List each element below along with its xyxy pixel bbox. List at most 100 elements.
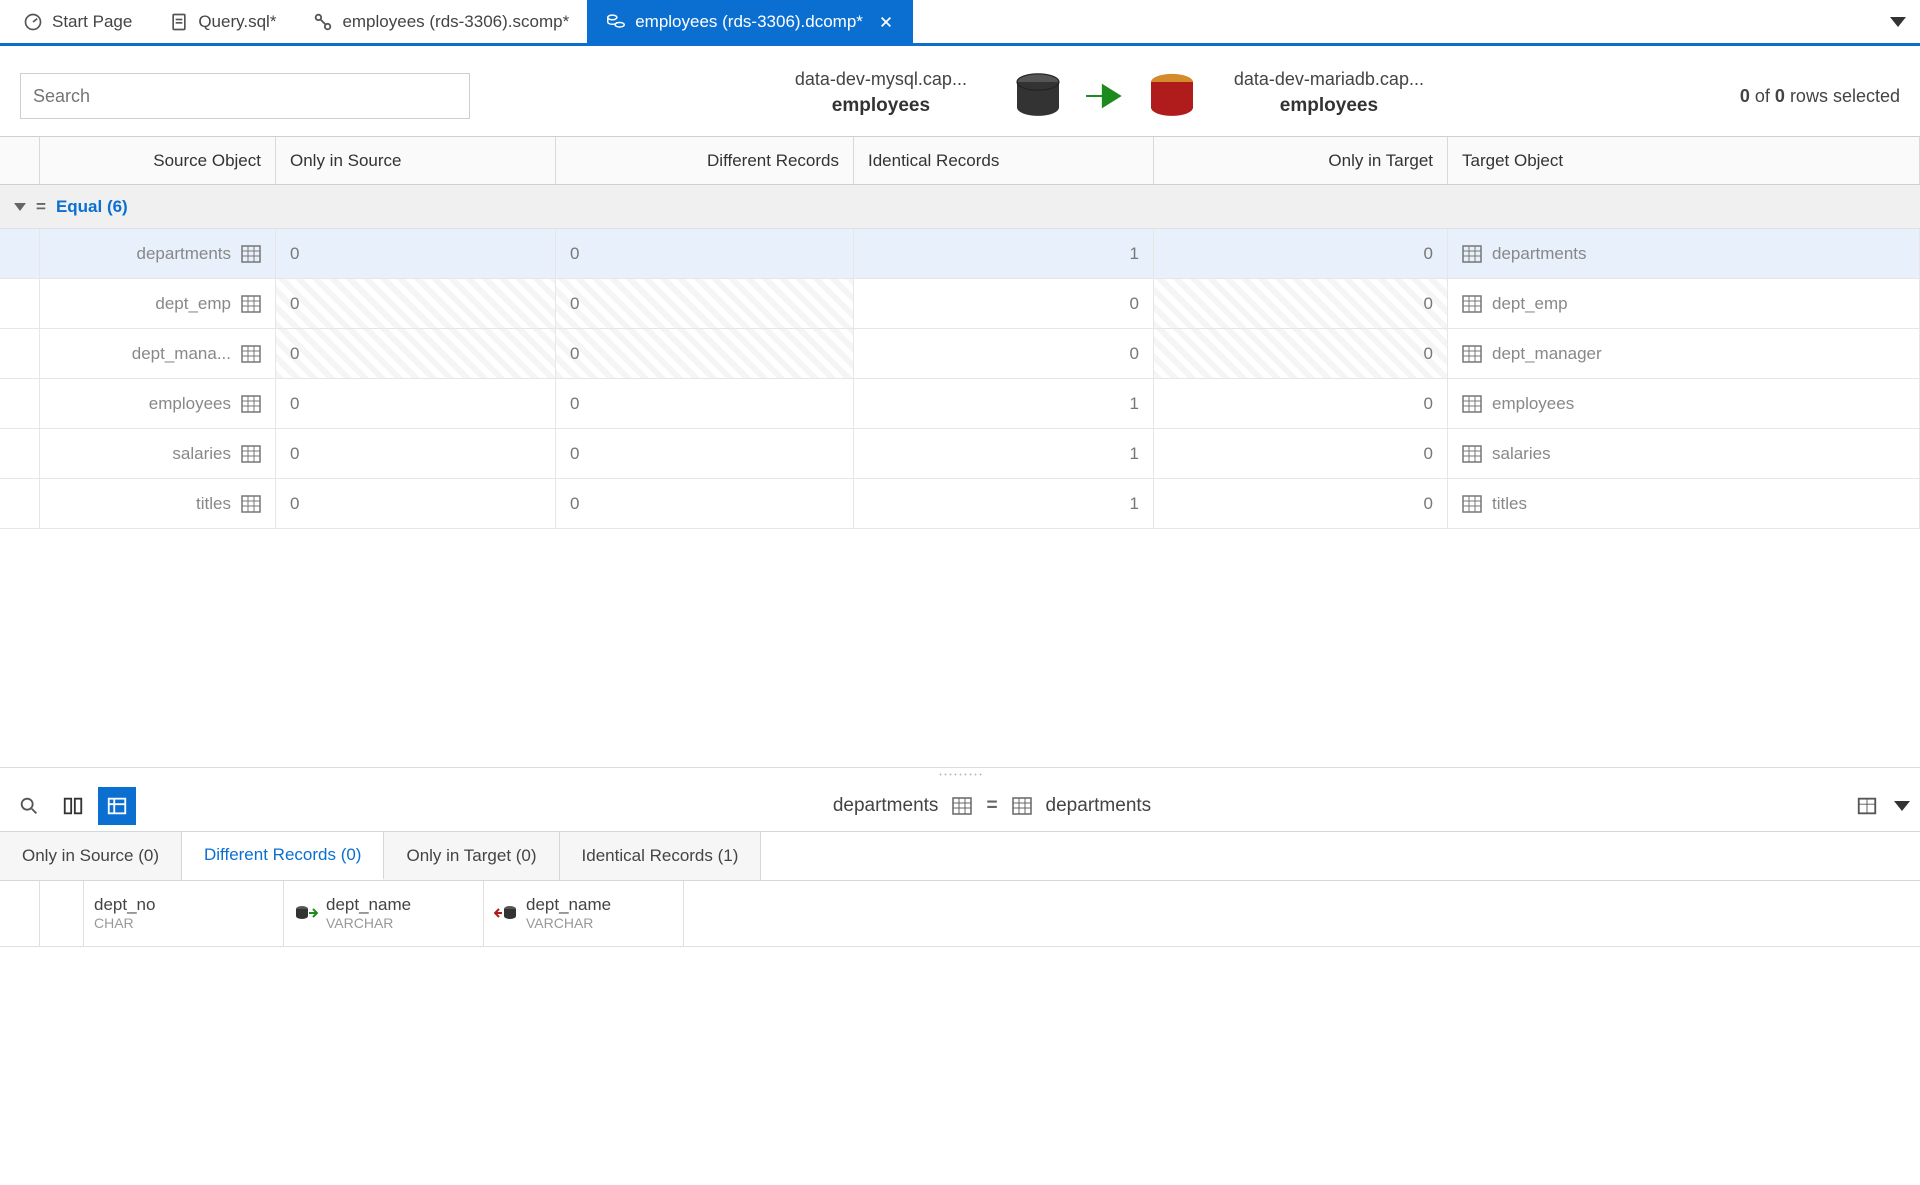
column-header[interactable]: dept_nameVARCHAR [284,881,484,946]
source-object-name: departments [137,244,232,264]
table-icon [241,395,261,413]
different-count: 0 [556,279,854,328]
col-header-only-in-target[interactable]: Only in Target [1154,137,1448,184]
source-object-name: dept_emp [155,294,231,314]
horizontal-splitter[interactable] [0,767,1920,781]
search-icon[interactable] [10,787,48,825]
gauge-icon [22,11,44,33]
only-in-source-count: 0 [276,279,556,328]
target-database: data-dev-mariadb.cap... employees [1144,68,1444,124]
source-host: data-dev-mysql.cap... [766,69,996,90]
column-name: dept_no [94,895,155,915]
chevron-down-icon [14,203,26,211]
table-icon [241,245,261,263]
col-header-source-object[interactable]: Source Object [40,137,276,184]
table-row[interactable]: dept_emp0000dept_emp [0,279,1920,329]
source-db-name: employees [766,90,996,122]
col-header-identical-records[interactable]: Identical Records [854,137,1154,184]
tab-dcomp[interactable]: employees (rds-3306).dcomp* [587,0,913,43]
filter-tab[interactable]: Only in Target (0) [384,832,559,880]
source-object-name: salaries [172,444,231,464]
equals-icon: = [986,795,997,817]
selection-status: 0 of 0 rows selected [1740,86,1900,107]
identical-count: 1 [854,429,1154,478]
different-count: 0 [556,429,854,478]
filter-tabs: Only in Source (0)Different Records (0)O… [0,831,1920,881]
tab-start-page[interactable]: Start Page [4,0,150,43]
column-name: dept_name [326,895,411,915]
close-icon[interactable] [877,13,895,31]
grid-icon[interactable] [1848,787,1886,825]
column-header[interactable]: dept_nameVARCHAR [484,881,684,946]
details-left-name: departments [833,795,939,817]
column-name: dept_name [526,895,611,915]
table-icon [241,445,261,463]
filter-tab[interactable]: Different Records (0) [182,832,384,880]
identical-count: 0 [854,329,1154,378]
source-object-name: titles [196,494,231,514]
table-row[interactable]: dept_mana...0000dept_manager [0,329,1920,379]
sql-file-icon [168,11,190,33]
table-icon [1462,345,1482,363]
chevron-down-icon [1894,801,1910,811]
target-object-name: dept_manager [1492,344,1602,364]
different-count: 0 [556,329,854,378]
table-icon [241,495,261,513]
table-row[interactable]: salaries0010salaries [0,429,1920,479]
column-type: VARCHAR [526,915,611,932]
details-right-name: departments [1046,795,1152,817]
different-count: 0 [556,379,854,428]
filter-tab[interactable]: Identical Records (1) [560,832,762,880]
document-tabs: Start Page Query.sql* employees (rds-330… [0,0,1920,46]
col-header-different-records[interactable]: Different Records [556,137,854,184]
tab-label: employees (rds-3306).dcomp* [635,12,863,32]
target-object-name: departments [1492,244,1587,264]
tab-query-sql[interactable]: Query.sql* [150,0,294,43]
table-icon [1012,797,1032,815]
table-icon [241,345,261,363]
only-in-source-count: 0 [276,229,556,278]
arrow-right-icon [1084,81,1126,111]
table-row[interactable]: titles0010titles [0,479,1920,529]
source-object-name: dept_mana... [132,344,231,364]
compare-header: data-dev-mysql.cap... employees data-dev… [0,46,1920,136]
table-row[interactable]: employees0010employees [0,379,1920,429]
column-header[interactable]: dept_noCHAR [84,881,284,946]
table-icon [1462,245,1482,263]
tab-label: Query.sql* [198,12,276,32]
search-input[interactable] [20,73,470,119]
tab-scomp[interactable]: employees (rds-3306).scomp* [294,0,587,43]
tab-label: Start Page [52,12,132,32]
details-toolbar: departments = departments [0,781,1920,831]
table-icon [1462,295,1482,313]
tabs-overflow[interactable] [1890,17,1916,27]
group-label: Equal (6) [56,197,128,217]
target-host: data-dev-mariadb.cap... [1214,69,1444,90]
different-count: 0 [556,229,854,278]
filter-tab[interactable]: Only in Source (0) [0,832,182,880]
database-icon [1144,68,1200,124]
col-header-only-in-source[interactable]: Only in Source [276,137,556,184]
only-in-target-count: 0 [1154,479,1448,528]
different-count: 0 [556,479,854,528]
chevron-down-icon [1890,17,1906,27]
equals-icon: = [36,197,46,217]
group-equal[interactable]: = Equal (6) [0,185,1920,229]
grid-header: Source Object Only in Source Different R… [0,137,1920,185]
only-in-target-count: 0 [1154,279,1448,328]
dropdown-button[interactable] [1894,801,1910,811]
schema-compare-icon [312,11,334,33]
identical-count: 1 [854,479,1154,528]
col-header-target-object[interactable]: Target Object [1448,137,1920,184]
target-object-name: salaries [1492,444,1551,464]
source-arrow-icon [294,903,318,925]
target-object-name: employees [1492,394,1574,414]
target-db-name: employees [1214,90,1444,122]
comparison-grid: Source Object Only in Source Different R… [0,136,1920,767]
table-row[interactable]: departments0010departments [0,229,1920,279]
columns-view-icon[interactable] [54,787,92,825]
details-columns: dept_noCHARdept_nameVARCHARdept_nameVARC… [0,881,1920,947]
only-in-target-count: 0 [1154,329,1448,378]
details-view-icon[interactable] [98,787,136,825]
identical-count: 1 [854,379,1154,428]
